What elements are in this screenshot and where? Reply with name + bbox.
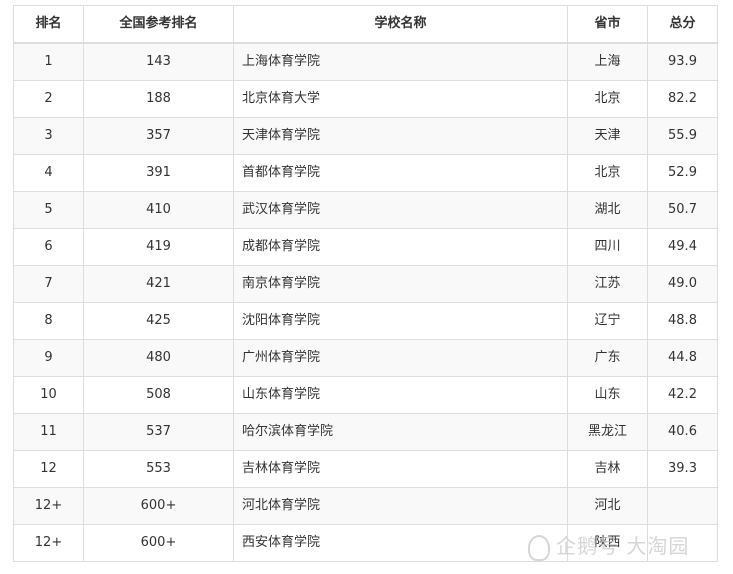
cell-national-rank: 480 xyxy=(83,339,234,377)
cell-rank: 9 xyxy=(13,339,84,377)
cell-rank: 2 xyxy=(13,80,84,118)
watermark-text: 企鹅号 大淘园 xyxy=(556,534,690,558)
cell-school-name: 山东体育学院 xyxy=(233,376,568,414)
table-row: 11 537 哈尔滨体育学院 黑龙江 40.6 xyxy=(13,413,718,451)
cell-score: 55.9 xyxy=(647,117,718,155)
cell-province: 上海 xyxy=(567,42,648,81)
cell-province: 辽宁 xyxy=(567,302,648,340)
cell-rank: 12 xyxy=(13,450,84,488)
cell-school-name: 河北体育学院 xyxy=(233,487,568,525)
table-row: 3 357 天津体育学院 天津 55.9 xyxy=(13,117,718,155)
cell-national-rank: 600+ xyxy=(83,524,234,562)
ranking-table: 排名 全国参考排名 学校名称 省市 总分 1 143 上海体育学院 上海 93.9 2 18… xyxy=(13,5,718,562)
cell-province: 北京 xyxy=(567,80,648,118)
cell-school-name: 南京体育学院 xyxy=(233,265,568,303)
cell-province: 湖北 xyxy=(567,191,648,229)
cell-school-name: 武汉体育学院 xyxy=(233,191,568,229)
cell-national-rank: 421 xyxy=(83,265,234,303)
cell-national-rank: 391 xyxy=(83,154,234,192)
table-row: 5 410 武汉体育学院 湖北 50.7 xyxy=(13,191,718,229)
cell-rank: 5 xyxy=(13,191,84,229)
table-row: 4 391 首都体育学院 北京 52.9 xyxy=(13,154,718,192)
cell-national-rank: 600+ xyxy=(83,487,234,525)
penguin-icon xyxy=(528,534,550,561)
cell-school-name: 天津体育学院 xyxy=(233,117,568,155)
cell-province: 黑龙江 xyxy=(567,413,648,451)
cell-score: 40.6 xyxy=(647,413,718,451)
table-row: 12 553 吉林体育学院 吉林 39.3 xyxy=(13,450,718,488)
table-row: 9 480 广州体育学院 广东 44.8 xyxy=(13,339,718,377)
cell-school-name: 成都体育学院 xyxy=(233,228,568,266)
cell-rank: 4 xyxy=(13,154,84,192)
table-row: 2 188 北京体育大学 北京 82.2 xyxy=(13,80,718,118)
cell-score: 39.3 xyxy=(647,450,718,488)
header-score: 总分 xyxy=(647,5,718,44)
cell-province: 河北 xyxy=(567,487,648,525)
cell-score: 82.2 xyxy=(647,80,718,118)
cell-national-rank: 410 xyxy=(83,191,234,229)
cell-school-name: 吉林体育学院 xyxy=(233,450,568,488)
table-row: 1 143 上海体育学院 上海 93.9 xyxy=(13,42,718,81)
cell-school-name: 首都体育学院 xyxy=(233,154,568,192)
cell-score xyxy=(647,487,718,525)
header-rank: 排名 xyxy=(13,5,84,44)
cell-rank: 8 xyxy=(13,302,84,340)
cell-province: 广东 xyxy=(567,339,648,377)
table-row: 6 419 成都体育学院 四川 49.4 xyxy=(13,228,718,266)
cell-score: 49.0 xyxy=(647,265,718,303)
cell-score: 49.4 xyxy=(647,228,718,266)
cell-province: 吉林 xyxy=(567,450,648,488)
cell-province: 北京 xyxy=(567,154,648,192)
cell-score: 48.8 xyxy=(647,302,718,340)
cell-school-name: 西安体育学院 xyxy=(233,524,568,562)
table-row: 8 425 沈阳体育学院 辽宁 48.8 xyxy=(13,302,718,340)
cell-national-rank: 143 xyxy=(83,42,234,81)
cell-national-rank: 357 xyxy=(83,117,234,155)
table-row: 12+ 600+ 河北体育学院 河北 xyxy=(13,487,718,525)
cell-national-rank: 553 xyxy=(83,450,234,488)
header-row: 排名 全国参考排名 学校名称 省市 总分 xyxy=(13,5,718,44)
cell-score: 50.7 xyxy=(647,191,718,229)
cell-province: 天津 xyxy=(567,117,648,155)
table-row: 10 508 山东体育学院 山东 42.2 xyxy=(13,376,718,414)
cell-province: 江苏 xyxy=(567,265,648,303)
cell-score: 44.8 xyxy=(647,339,718,377)
cell-national-rank: 419 xyxy=(83,228,234,266)
cell-rank: 12+ xyxy=(13,487,84,525)
cell-rank: 12+ xyxy=(13,524,84,562)
cell-national-rank: 425 xyxy=(83,302,234,340)
cell-school-name: 上海体育学院 xyxy=(233,42,568,81)
cell-province: 四川 xyxy=(567,228,648,266)
cell-score: 52.9 xyxy=(647,154,718,192)
header-school-name: 学校名称 xyxy=(233,5,568,44)
cell-school-name: 哈尔滨体育学院 xyxy=(233,413,568,451)
cell-national-rank: 188 xyxy=(83,80,234,118)
cell-score: 93.9 xyxy=(647,42,718,81)
cell-rank: 6 xyxy=(13,228,84,266)
cell-national-rank: 508 xyxy=(83,376,234,414)
cell-school-name: 广州体育学院 xyxy=(233,339,568,377)
cell-school-name: 沈阳体育学院 xyxy=(233,302,568,340)
cell-province: 山东 xyxy=(567,376,648,414)
header-national-rank: 全国参考排名 xyxy=(83,5,234,44)
cell-score: 42.2 xyxy=(647,376,718,414)
cell-rank: 1 xyxy=(13,42,84,81)
cell-national-rank: 537 xyxy=(83,413,234,451)
cell-school-name: 北京体育大学 xyxy=(233,80,568,118)
watermark: 企鹅号 大淘园 xyxy=(528,530,689,561)
table-row: 7 421 南京体育学院 江苏 49.0 xyxy=(13,265,718,303)
cell-rank: 7 xyxy=(13,265,84,303)
header-province: 省市 xyxy=(567,5,648,44)
cell-rank: 3 xyxy=(13,117,84,155)
cell-rank: 10 xyxy=(13,376,84,414)
cell-rank: 11 xyxy=(13,413,84,451)
